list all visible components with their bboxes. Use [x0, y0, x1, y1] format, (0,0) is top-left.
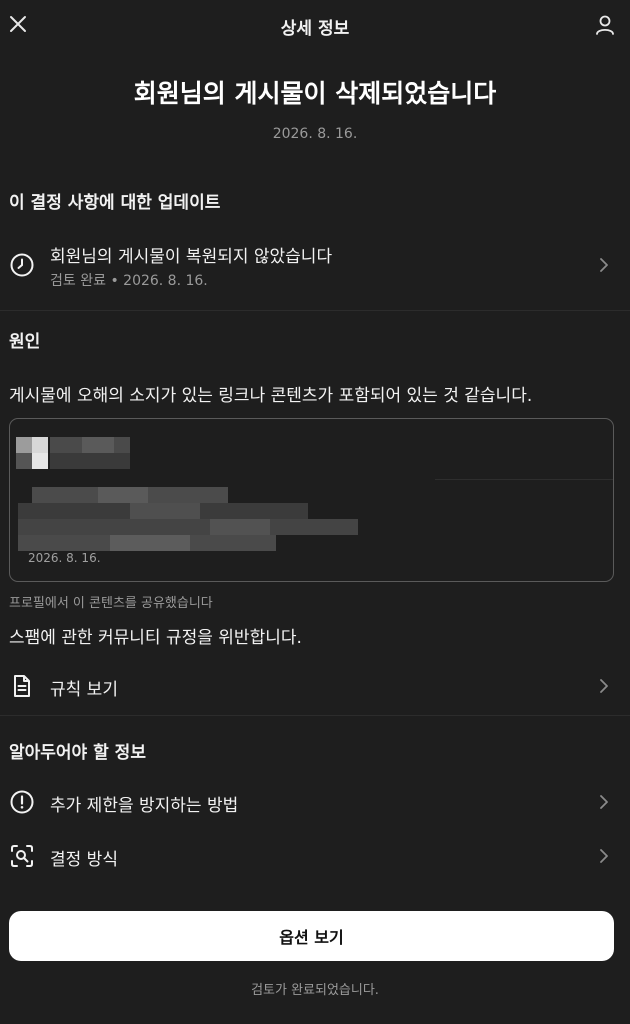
decision-method-item[interactable]: 결정 방식 [0, 834, 630, 878]
blurred-text [98, 487, 148, 503]
top-bar: 상세 정보 [0, 0, 630, 52]
blurred-avatar [16, 453, 32, 469]
blurred-text [130, 503, 200, 519]
person-icon[interactable] [594, 14, 616, 36]
update-item-date: 2026. 8. 16. [123, 273, 208, 289]
update-item[interactable]: 회원님의 게시물이 복원되지 않았습니다 검토 완료 • 2026. 8. 16… [0, 236, 630, 298]
alert-circle-icon [10, 790, 34, 814]
chevron-right-icon [600, 795, 608, 809]
update-item-meta: 검토 완료 • 2026. 8. 16. [50, 270, 208, 290]
shared-note: 프로필에서 이 콘텐츠를 공유했습니다 [9, 596, 213, 611]
blurred-avatar [32, 453, 48, 469]
content-preview: 2026. 8. 16. [9, 418, 614, 582]
headline: 회원님의 게시물이 삭제되었습니다 [133, 79, 497, 108]
meta-separator: • [110, 273, 119, 289]
violation-text: 스팸에 관한 커뮤니티 규정을 위반합니다. [9, 628, 302, 648]
view-rules-label: 규칙 보기 [50, 680, 118, 700]
blurred-text [210, 519, 270, 535]
review-complete-note: 검토가 완료되었습니다. [251, 983, 379, 998]
blurred-text [18, 519, 358, 535]
divider [0, 310, 630, 311]
chevron-right-icon [600, 679, 608, 693]
update-section-title: 이 결정 사항에 대한 업데이트 [9, 193, 221, 213]
preview-date: 2026. 8. 16. [28, 551, 101, 565]
page-title: 상세 정보 [280, 19, 350, 39]
info-section-title: 알아두어야 할 정보 [9, 743, 146, 763]
prevent-restrictions-label: 추가 제한을 방지하는 방법 [50, 796, 239, 816]
search-scan-icon [11, 845, 33, 867]
view-rules-button[interactable]: 규칙 보기 [0, 664, 630, 708]
blurred-avatar [32, 437, 48, 453]
prevent-restrictions-item[interactable]: 추가 제한을 방지하는 방법 [0, 780, 630, 824]
document-icon [14, 675, 30, 697]
decision-method-label: 결정 방식 [50, 850, 118, 870]
view-options-button[interactable]: 옵션 보기 [9, 911, 614, 961]
reason-text: 게시물에 오해의 소지가 있는 링크나 콘텐츠가 포함되어 있는 것 같습니다. [9, 386, 533, 406]
blurred-username [50, 453, 130, 469]
reason-section-title: 원인 [9, 332, 41, 352]
chevron-right-icon [600, 258, 608, 272]
clock-icon [10, 253, 34, 277]
blurred-avatar [16, 437, 32, 453]
chevron-right-icon [600, 849, 608, 863]
divider [0, 715, 630, 716]
update-item-label: 회원님의 게시물이 복원되지 않았습니다 [50, 247, 333, 267]
preview-separator-line [435, 479, 613, 480]
blurred-username [82, 437, 114, 453]
headline-date: 2026. 8. 16. [272, 126, 358, 142]
update-item-status: 검토 완료 [50, 273, 106, 289]
blurred-text [110, 535, 190, 551]
